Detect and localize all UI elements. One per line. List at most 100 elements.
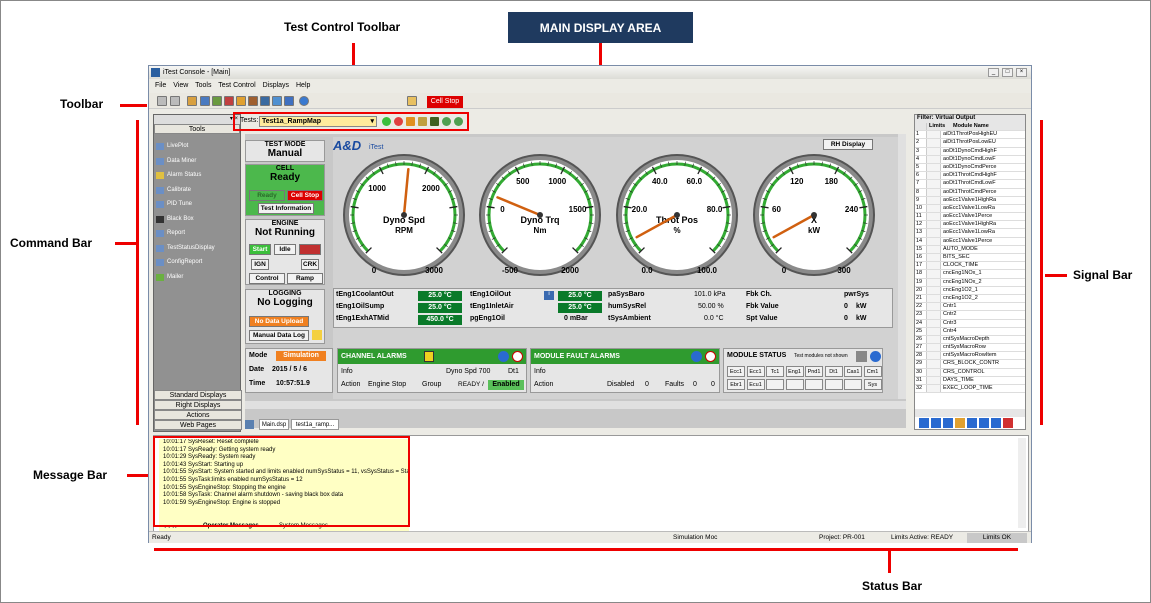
signal-row[interactable]: 2 aiDt1ThrotPosLowEU	[915, 139, 1025, 148]
command-item[interactable]: Black Box	[154, 212, 240, 227]
command-item[interactable]: Data Miner	[154, 154, 240, 169]
command-item[interactable]: Calibrate	[154, 183, 240, 198]
signal-row[interactable]: 19 cncEng1NOx_2	[915, 278, 1025, 287]
signal-row[interactable]: 14 aoEcc1Valve1Perce	[915, 237, 1025, 246]
down-icon[interactable]	[919, 418, 929, 428]
crk-button[interactable]: CRK	[301, 259, 319, 270]
signal-row[interactable]: 18 cncEng1NOx_1	[915, 270, 1025, 279]
command-item[interactable]: ConfigReport	[154, 255, 240, 270]
mute-icon[interactable]	[705, 351, 716, 362]
signal-row[interactable]: 21 cncEng1O2_2	[915, 294, 1025, 304]
command-item[interactable]: TestStatusDisplay	[154, 241, 240, 256]
refresh-icon[interactable]	[498, 351, 509, 362]
up-icon[interactable]	[943, 418, 953, 428]
signal-row[interactable]: 17 CLOCK_TIME	[915, 262, 1025, 271]
add-icon[interactable]	[931, 418, 941, 428]
signal-row[interactable]: 23 Cntr2	[915, 311, 1025, 320]
filter-icon[interactable]	[979, 418, 989, 428]
display-icon[interactable]	[272, 96, 282, 106]
cell-stop-button[interactable]: Cell Stop	[287, 190, 323, 201]
signal-row[interactable]: 20 cncEng1O2_1	[915, 286, 1025, 295]
test-information-button[interactable]: Test Information	[258, 203, 314, 214]
clock-icon[interactable]	[1003, 418, 1013, 428]
standard-displays-button[interactable]: Standard Displays	[154, 390, 242, 400]
signal-row[interactable]: 6 aoDt1ThrotCmdHighF	[915, 172, 1025, 181]
signal-row[interactable]: 3 aoDt1DynoCmdHighF	[915, 147, 1025, 156]
lock-icon[interactable]	[407, 96, 417, 106]
cell-stop-button[interactable]: Cell Stop	[427, 96, 463, 108]
signal-row[interactable]: 5 aoDt1DynoCmdPerce	[915, 163, 1025, 173]
signal-row[interactable]: 30 CRS_CONTROL	[915, 368, 1025, 377]
control-button[interactable]: Control	[249, 273, 285, 284]
help-icon[interactable]	[299, 96, 309, 106]
ign-button[interactable]: IGN	[251, 259, 269, 270]
pid-icon[interactable]	[248, 96, 258, 106]
menu-test-control[interactable]: Test Control	[218, 82, 255, 89]
open-icon[interactable]	[170, 96, 180, 106]
menu-help[interactable]: Help	[296, 82, 310, 89]
minimize-button[interactable]: _	[988, 68, 999, 77]
stop-button[interactable]: Stop	[299, 244, 321, 255]
refresh-icon[interactable]	[691, 351, 702, 362]
no-data-upload-button[interactable]: No Data Upload	[249, 316, 309, 327]
signal-row[interactable]: 12 aoEcc1Valve1HighRa	[915, 221, 1025, 230]
web-pages-button[interactable]: Web Pages	[154, 420, 242, 430]
signal-row[interactable]: 9 aoEcc1Valve1HighRa	[915, 196, 1025, 205]
signal-row[interactable]: 4 aoDt1DynoCmdLowF	[915, 155, 1025, 164]
alarm-icon[interactable]	[224, 96, 234, 106]
menu-view[interactable]: View	[173, 82, 188, 89]
grid-icon[interactable]	[212, 96, 222, 106]
sort-icon[interactable]	[991, 418, 1001, 428]
command-item[interactable]: Report	[154, 226, 240, 241]
refresh-icon[interactable]	[870, 351, 881, 362]
menu-tools[interactable]: Tools	[195, 82, 211, 89]
signal-row[interactable]: 27 cntSysMacroRow	[915, 344, 1025, 353]
export-icon[interactable]	[967, 418, 977, 428]
maximize-button[interactable]: □	[1002, 68, 1013, 77]
message-scrollbar[interactable]	[1018, 438, 1026, 528]
refresh-icon[interactable]	[284, 96, 294, 106]
tools-icon[interactable]	[856, 351, 867, 362]
start-button[interactable]: Start	[249, 244, 271, 255]
actions-button[interactable]: Actions	[154, 410, 242, 420]
close-button[interactable]: ×	[1016, 68, 1027, 77]
signal-row[interactable]: 22 Cntr1	[915, 303, 1025, 312]
signal-row[interactable]: 24 Cntr3	[915, 319, 1025, 328]
menu-displays[interactable]: Displays	[263, 82, 289, 89]
vertical-scrollbar[interactable]	[898, 134, 906, 399]
signal-row[interactable]: 16 BITS_SEC	[915, 254, 1025, 263]
tool-icon[interactable]	[187, 96, 197, 106]
signal-row[interactable]: 32 EXEC_LOOP_TIME	[915, 385, 1025, 394]
chart-icon[interactable]	[200, 96, 210, 106]
command-item[interactable]: Alarm Status	[154, 168, 240, 183]
rh-display-button[interactable]: RH Display	[823, 139, 873, 150]
calibrate-icon[interactable]	[236, 96, 246, 106]
report-icon[interactable]	[260, 96, 270, 106]
command-item[interactable]: PID Tune	[154, 197, 240, 212]
signal-row[interactable]: 8 aoDt1ThrotCmdPerce	[915, 188, 1025, 197]
ready-button[interactable]: Ready	[249, 190, 285, 201]
signal-row[interactable]: 25 Cntr4	[915, 327, 1025, 336]
tab-main[interactable]: Main.dsp	[259, 419, 289, 430]
right-displays-button[interactable]: Right Displays	[154, 400, 242, 410]
signal-row[interactable]: 26 cntSysMacroDepth	[915, 335, 1025, 345]
command-item[interactable]: Mailer	[154, 270, 240, 285]
menu-file[interactable]: File	[155, 82, 166, 89]
signal-row[interactable]: 1 aiDt1ThrotPosHighEU	[915, 131, 1025, 140]
edit-icon[interactable]	[955, 418, 965, 428]
signal-row[interactable]: 11 aoEcc1Valve1Perce	[915, 213, 1025, 222]
tools-button[interactable]: Tools	[154, 124, 240, 134]
folder-icon[interactable]	[312, 330, 322, 340]
manual-data-log-button[interactable]: Manual Data Log	[249, 330, 309, 341]
horizontal-scrollbar[interactable]	[245, 401, 906, 409]
signal-row[interactable]: 13 aoEcc1Valve1LowRa	[915, 229, 1025, 238]
tab-test1a[interactable]: test1a_ramp...	[291, 419, 339, 430]
signal-row[interactable]: 7 aoDt1ThrotCmdLowF	[915, 180, 1025, 189]
new-icon[interactable]	[157, 96, 167, 106]
signal-scrollbar[interactable]	[915, 409, 1025, 417]
info-icon[interactable]: i	[544, 291, 554, 300]
idle-button[interactable]: Idle	[274, 244, 296, 255]
mute-icon[interactable]	[512, 351, 523, 362]
command-item[interactable]: LivePlot	[154, 139, 240, 154]
signal-row[interactable]: 31 DAYS_TIME	[915, 376, 1025, 385]
